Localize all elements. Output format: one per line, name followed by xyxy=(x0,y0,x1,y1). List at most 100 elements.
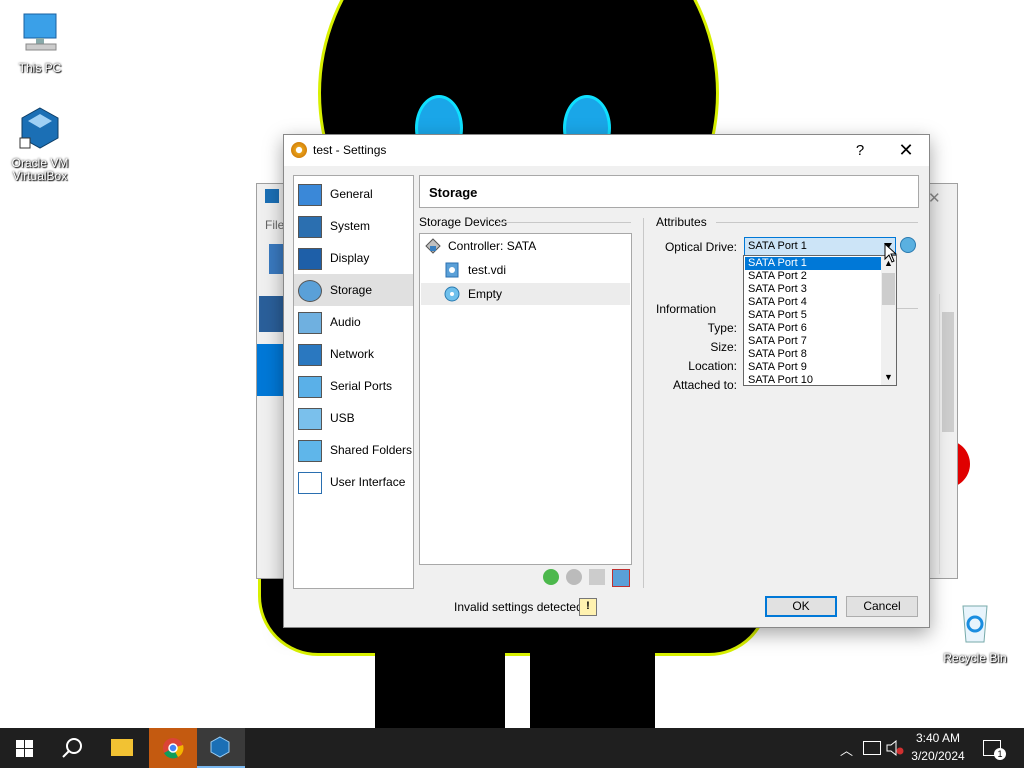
separator xyxy=(498,222,631,223)
nav-item-general[interactable]: General xyxy=(294,178,413,210)
usb-icon xyxy=(298,408,322,430)
add-controller-icon[interactable] xyxy=(543,569,559,585)
separator xyxy=(643,218,644,588)
folder-icon xyxy=(111,739,133,756)
user-interface-icon xyxy=(298,472,322,494)
nav-item-shared-folders[interactable]: Shared Folders xyxy=(294,434,413,466)
virtualbox-icon xyxy=(210,736,230,758)
page-title: Storage xyxy=(429,185,478,200)
dropdown-option[interactable]: SATA Port 1 xyxy=(745,257,882,270)
mouse-cursor-icon xyxy=(884,243,898,263)
scrollbar[interactable] xyxy=(939,294,956,574)
chevron-up-icon[interactable]: ︿ xyxy=(840,740,853,759)
taskbar-chrome[interactable] xyxy=(149,728,197,768)
dropdown-option[interactable]: SATA Port 9 xyxy=(745,361,882,374)
close-button[interactable]: ✕ xyxy=(883,135,929,166)
clock-date[interactable]: 3/20/2024 xyxy=(905,749,971,763)
volume-muted-icon[interactable] xyxy=(886,740,904,756)
dropdown-option[interactable]: SATA Port 10 xyxy=(745,374,882,384)
search-icon[interactable] xyxy=(61,737,83,759)
desktop-icon-this-pc[interactable]: This PC xyxy=(0,10,80,75)
tree-controller-sata[interactable]: Controller: SATA xyxy=(421,235,630,257)
nav-item-label: USB xyxy=(330,411,355,425)
notification-count-badge: 1 xyxy=(994,748,1006,760)
nav-item-label: Shared Folders xyxy=(330,443,413,457)
nav-item-label: System xyxy=(330,219,371,233)
nav-item-label: Display xyxy=(330,251,370,265)
info-attached-to-label: Attached to: xyxy=(672,378,737,392)
vm-list-item-icon[interactable] xyxy=(259,296,285,332)
optical-drive-label: Optical Drive: xyxy=(664,240,737,254)
nav-item-label: Serial Ports xyxy=(330,379,393,393)
desktop-icon-label: Oracle VM VirtualBox xyxy=(11,156,69,183)
speaker-icon xyxy=(298,312,322,334)
dropdown-scrollbar[interactable]: ▲ ▼ xyxy=(881,256,896,385)
dropdown-option[interactable]: SATA Port 5 xyxy=(745,309,882,322)
optical-drive-combobox[interactable]: SATA Port 1 xyxy=(744,237,896,257)
vm-list-item-selected[interactable] xyxy=(257,344,285,396)
dropdown-option[interactable]: SATA Port 8 xyxy=(745,348,882,361)
taskbar-virtualbox[interactable] xyxy=(197,728,245,768)
recycle-bin-icon xyxy=(962,605,988,643)
folder-icon xyxy=(298,440,322,462)
settings-nav-list: General System Display Storage Audio Net… xyxy=(293,175,414,589)
nav-item-label: Storage xyxy=(330,283,373,297)
computer-icon xyxy=(23,13,57,51)
chevron-down-icon[interactable]: ▼ xyxy=(884,372,893,382)
storage-tree: Controller: SATA test.vdi Empty xyxy=(419,233,632,565)
page-header: Storage xyxy=(419,175,919,208)
dialog-title: test - Settings xyxy=(313,143,387,157)
optical-drive-dropdown-list: SATA Port 1 SATA Port 2 SATA Port 3 SATA… xyxy=(743,255,897,386)
menu-file[interactable]: File xyxy=(265,218,284,232)
general-icon xyxy=(298,184,322,206)
nav-item-network[interactable]: Network xyxy=(294,338,413,370)
clock-time[interactable]: 3:40 AM xyxy=(905,731,971,745)
choose-disk-button[interactable] xyxy=(900,237,916,253)
information-label: Information xyxy=(656,302,717,316)
dropdown-option[interactable]: SATA Port 6 xyxy=(745,322,882,335)
title-bar[interactable]: test - Settings ? ✕ xyxy=(284,135,929,166)
tree-disk-test-vdi[interactable]: test.vdi xyxy=(421,259,630,281)
taskbar: ︿ 3:40 AM 3/20/2024 1 xyxy=(0,728,1024,768)
nav-item-display[interactable]: Display xyxy=(294,242,413,274)
dropdown-option[interactable]: SATA Port 7 xyxy=(745,335,882,348)
nav-item-system[interactable]: System xyxy=(294,210,413,242)
nav-item-audio[interactable]: Audio xyxy=(294,306,413,338)
chip-icon xyxy=(298,216,322,238)
scrollbar-thumb[interactable] xyxy=(882,273,895,305)
cancel-button[interactable]: Cancel xyxy=(846,596,918,617)
settings-dialog: test - Settings ? ✕ General System Displ… xyxy=(283,134,930,628)
nav-item-label: General xyxy=(330,187,373,201)
add-attachment-icon[interactable] xyxy=(589,569,605,585)
taskbar-file-explorer[interactable] xyxy=(98,728,146,768)
nav-item-label: Network xyxy=(330,347,375,361)
desktop-icon-label: This PC xyxy=(18,61,62,75)
warning-icon[interactable]: ! xyxy=(579,598,597,616)
chrome-icon xyxy=(163,738,184,759)
network-icon xyxy=(298,344,322,366)
desktop-icon-virtualbox[interactable]: Oracle VM VirtualBox xyxy=(0,106,80,183)
settings-gear-icon xyxy=(291,142,307,158)
remove-controller-icon[interactable] xyxy=(566,569,582,585)
ok-button[interactable]: OK xyxy=(765,596,837,617)
invalid-settings-text: Invalid settings detected xyxy=(454,600,583,614)
nav-item-serial-ports[interactable]: Serial Ports xyxy=(294,370,413,402)
nav-item-storage[interactable]: Storage xyxy=(294,274,413,306)
storage-disk-icon xyxy=(298,280,322,302)
dropdown-option[interactable]: SATA Port 2 xyxy=(745,270,882,283)
virtualbox-icon xyxy=(19,107,59,149)
nav-item-user-interface[interactable]: User Interface xyxy=(294,466,413,498)
tree-optical-empty[interactable]: Empty xyxy=(421,283,630,305)
tree-label: test.vdi xyxy=(468,263,507,277)
tree-label: Controller: SATA xyxy=(448,239,537,253)
nav-item-usb[interactable]: USB xyxy=(294,402,413,434)
dropdown-option[interactable]: SATA Port 3 xyxy=(745,283,882,296)
help-button[interactable]: ? xyxy=(837,135,883,166)
desktop-icon-recycle-bin[interactable]: Recycle Bin xyxy=(935,600,1015,665)
serial-port-icon xyxy=(298,376,322,398)
network-icon[interactable] xyxy=(863,741,881,755)
hard-disk-icon xyxy=(445,262,459,278)
windows-start-icon[interactable] xyxy=(16,740,33,757)
remove-attachment-icon[interactable] xyxy=(612,569,630,587)
dropdown-option[interactable]: SATA Port 4 xyxy=(745,296,882,309)
